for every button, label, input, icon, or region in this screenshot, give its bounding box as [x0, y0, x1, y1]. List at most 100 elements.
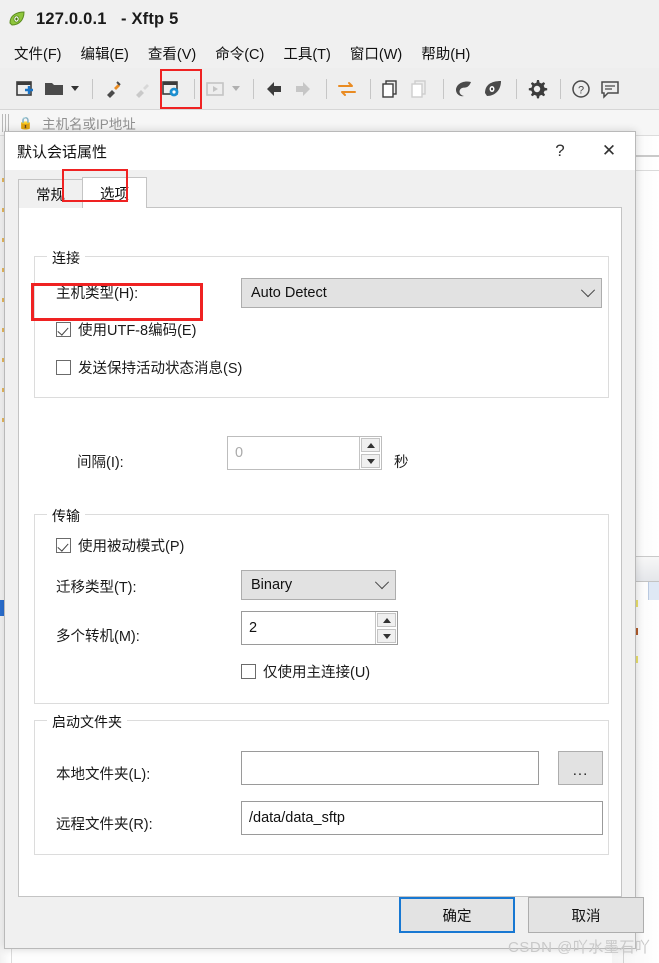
menu-window[interactable]: 窗口(W)	[350, 41, 411, 66]
open-folder-icon[interactable]	[41, 76, 67, 102]
connect-plug-icon[interactable]	[100, 76, 126, 102]
interval-spinner-arrows[interactable]	[359, 437, 381, 469]
toolbar-separator	[253, 78, 254, 99]
chevron-down-icon	[374, 575, 390, 590]
sync-transfer-icon[interactable]	[334, 76, 360, 102]
multi-connections-spinner-down[interactable]	[377, 629, 396, 643]
group-connection-legend: 连接	[47, 248, 85, 268]
dialog-titlebar-buttons: ? ✕	[537, 132, 635, 170]
dialog-help-button[interactable]: ?	[537, 132, 583, 170]
run-icon	[202, 76, 228, 102]
app-title: 127.0.0.1 - Xftp 5	[36, 9, 179, 28]
multi-connections-spinner-arrows[interactable]	[375, 612, 397, 644]
open-folder-dropdown-caret[interactable]	[71, 86, 79, 91]
menu-command[interactable]: 命令(C)	[215, 41, 273, 66]
copy-icon[interactable]	[378, 76, 404, 102]
menu-view[interactable]: 查看(V)	[148, 41, 205, 66]
toolbar-separator	[560, 78, 561, 99]
back-arrow-icon[interactable]	[261, 76, 287, 102]
remote-folder-input[interactable]: /data/data_sftp	[241, 801, 603, 835]
svg-text:?: ?	[578, 84, 584, 96]
utf8-checkbox-box[interactable]	[56, 322, 71, 337]
paste-icon	[407, 76, 433, 102]
ok-button-label: 确定	[442, 908, 472, 925]
interval-spinner[interactable]: 0	[227, 436, 382, 470]
dialog-titlebar: 默认会话属性 ? ✕	[5, 132, 635, 170]
interval-spinner-down[interactable]	[361, 454, 380, 468]
app-titlebar: 127.0.0.1 - Xftp 5	[0, 0, 659, 38]
group-transfer: 传输 使用被动模式(P) 迁移类型(T): Binary 多个转机(M): 2	[34, 506, 609, 704]
multi-connections-spinner-up[interactable]	[377, 613, 396, 627]
interval-unit-label: 秒	[394, 455, 409, 471]
group-transfer-legend: 传输	[47, 506, 85, 526]
address-placeholder: 主机名或IP地址	[41, 116, 136, 132]
cancel-button-label: 取消	[571, 908, 601, 925]
chevron-down-icon	[580, 283, 596, 298]
tab-options-highlight	[62, 169, 128, 202]
remote-folder-label: 远程文件夹(R):	[56, 817, 153, 833]
multi-connections-spinner[interactable]: 2	[241, 611, 398, 645]
xshell-icon[interactable]	[451, 76, 477, 102]
passive-mode-checkbox[interactable]: 使用被动模式(P)	[56, 535, 184, 556]
multi-connections-value: 2	[249, 620, 258, 636]
transfer-type-label: 迁移类型(T):	[56, 580, 137, 596]
primary-connection-only-label: 仅使用主连接(U)	[263, 665, 371, 681]
keepalive-checkbox-box[interactable]	[56, 360, 71, 375]
row-interval: 间隔(I):	[77, 451, 124, 472]
interval-value: 0	[235, 445, 244, 461]
local-folder-browse-button[interactable]: ...	[558, 751, 603, 785]
transfer-type-combo[interactable]: Binary	[241, 570, 396, 600]
toolbar-separator	[516, 78, 517, 99]
lock-icon: 🔒	[18, 115, 33, 130]
keepalive-checkbox[interactable]: 发送保持活动状态消息(S)	[56, 357, 242, 378]
forward-arrow-icon	[290, 76, 316, 102]
group-startup-folder-legend: 启动文件夹	[47, 712, 127, 732]
transfer-type-value: Binary	[251, 577, 293, 593]
toolbar-properties-highlight	[160, 69, 202, 109]
toolbar-separator	[92, 78, 93, 99]
host-type-value: Auto Detect	[251, 285, 327, 301]
passive-mode-checkbox-label: 使用被动模式(P)	[78, 539, 185, 555]
xftp-secondary-icon[interactable]	[480, 76, 506, 102]
interval-spinner-up[interactable]	[361, 438, 380, 452]
keepalive-checkbox-label: 发送保持活动状态消息(S)	[78, 361, 243, 377]
cancel-button[interactable]: 取消	[528, 897, 644, 933]
help-icon[interactable]: ?	[568, 76, 594, 102]
local-folder-label: 本地文件夹(L):	[56, 767, 151, 783]
addressbar-grip[interactable]	[2, 113, 10, 132]
primary-connection-only-checkbox-box[interactable]	[241, 664, 256, 679]
multi-connections-label: 多个转机(M):	[56, 629, 140, 645]
feedback-icon[interactable]	[597, 76, 623, 102]
dialog-close-button[interactable]: ✕	[583, 132, 635, 170]
utf8-checkbox[interactable]: 使用UTF-8编码(E)	[56, 319, 196, 340]
group-connection: 连接 主机类型(H): Auto Detect 使用UTF-8编码(E) 发送保…	[34, 248, 609, 398]
new-session-icon[interactable]	[12, 76, 38, 102]
utf8-checkbox-label: 使用UTF-8编码(E)	[78, 323, 197, 339]
host-type-combo[interactable]: Auto Detect	[241, 278, 602, 308]
menu-file[interactable]: 文件(F)	[14, 41, 71, 66]
primary-connection-only-checkbox[interactable]: 仅使用主连接(U)	[241, 661, 370, 682]
disconnect-plug-icon	[129, 76, 155, 102]
dialog-title: 默认会话属性	[17, 143, 108, 161]
csdn-watermark: CSDN @吖水墨石吖	[508, 939, 651, 956]
menubar: 文件(F) 编辑(E) 查看(V) 命令(C) 工具(T) 窗口(W) 帮助(H…	[0, 38, 659, 68]
group-startup-folder: 启动文件夹 本地文件夹(L): ... 远程文件夹(R): /data/data…	[34, 712, 609, 855]
passive-mode-checkbox-box[interactable]	[56, 538, 71, 553]
menu-help[interactable]: 帮助(H)	[421, 41, 479, 66]
interval-label: 间隔(I):	[77, 455, 124, 471]
toolbar: ?	[0, 68, 659, 110]
menu-edit[interactable]: 编辑(E)	[81, 41, 138, 66]
local-folder-input[interactable]	[241, 751, 539, 785]
xftp-leaf-icon	[8, 10, 26, 28]
background-right-column-header-selected	[648, 582, 659, 600]
toolbar-separator	[370, 78, 371, 99]
toolbar-separator	[326, 78, 327, 99]
run-dropdown-caret	[232, 86, 240, 91]
remote-folder-value: /data/data_sftp	[249, 810, 345, 826]
session-properties-dialog: 默认会话属性 ? ✕ 常规 选项 连接 主机类型(H): Auto Detect…	[4, 131, 644, 949]
gear-icon[interactable]	[524, 76, 550, 102]
menu-tools[interactable]: 工具(T)	[283, 41, 340, 66]
utf8-checkbox-highlight	[31, 283, 203, 321]
toolbar-separator	[443, 78, 444, 99]
ok-button[interactable]: 确定	[399, 897, 515, 933]
